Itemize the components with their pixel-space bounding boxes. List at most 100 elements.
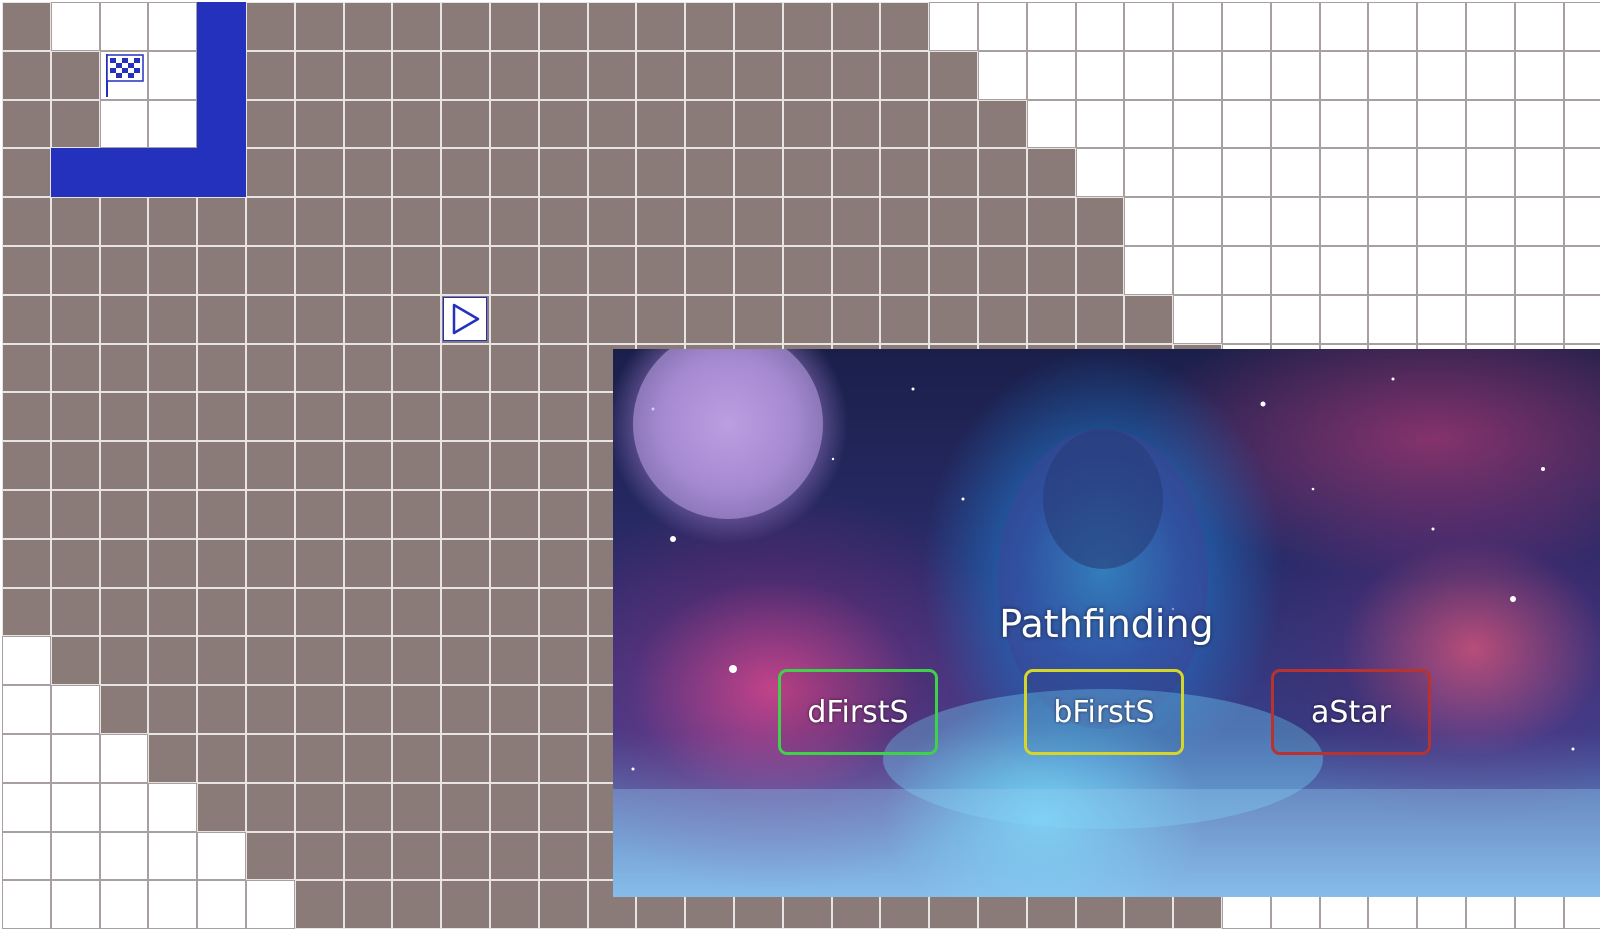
visited-cell[interactable] xyxy=(978,294,1027,344)
visited-cell[interactable] xyxy=(294,685,344,734)
visited-cell[interactable] xyxy=(294,148,344,198)
grid-cell[interactable] xyxy=(2,831,51,881)
visited-cell[interactable] xyxy=(50,490,100,539)
visited-cell[interactable] xyxy=(538,490,588,539)
visited-cell[interactable] xyxy=(246,2,295,51)
visited-cell[interactable] xyxy=(538,734,588,783)
grid-cell[interactable] xyxy=(50,685,100,734)
wall-cell[interactable] xyxy=(148,148,198,198)
visited-cell[interactable] xyxy=(2,441,51,490)
visited-cell[interactable] xyxy=(1026,148,1076,198)
visited-cell[interactable] xyxy=(197,294,246,344)
visited-cell[interactable] xyxy=(148,246,198,295)
visited-cell[interactable] xyxy=(2,246,51,295)
visited-cell[interactable] xyxy=(685,2,734,51)
grid-cell[interactable] xyxy=(1417,197,1466,246)
visited-cell[interactable] xyxy=(294,636,344,686)
visited-cell[interactable] xyxy=(50,50,100,100)
grid-cell[interactable] xyxy=(1514,197,1564,246)
visited-cell[interactable] xyxy=(441,734,490,783)
visited-cell[interactable] xyxy=(294,197,344,246)
visited-cell[interactable] xyxy=(294,734,344,783)
grid-cell[interactable] xyxy=(1368,294,1418,344)
visited-cell[interactable] xyxy=(831,148,881,198)
grid-cell[interactable] xyxy=(1466,50,1515,100)
visited-cell[interactable] xyxy=(490,343,539,393)
grid-cell[interactable] xyxy=(148,50,198,100)
grid-cell[interactable] xyxy=(1075,99,1125,149)
visited-cell[interactable] xyxy=(538,636,588,686)
visited-cell[interactable] xyxy=(490,636,539,686)
visited-cell[interactable] xyxy=(441,99,490,149)
grid-cell[interactable] xyxy=(246,880,295,929)
visited-cell[interactable] xyxy=(2,392,51,442)
grid-cell[interactable] xyxy=(1319,294,1369,344)
visited-cell[interactable] xyxy=(880,294,930,344)
visited-cell[interactable] xyxy=(392,294,442,344)
visited-cell[interactable] xyxy=(880,148,930,198)
grid-cell[interactable] xyxy=(1270,2,1320,51)
visited-cell[interactable] xyxy=(246,99,295,149)
grid-cell[interactable] xyxy=(1417,50,1466,100)
visited-cell[interactable] xyxy=(538,587,588,637)
visited-cell[interactable] xyxy=(246,441,295,490)
visited-cell[interactable] xyxy=(929,197,978,246)
visited-cell[interactable] xyxy=(490,392,539,442)
visited-cell[interactable] xyxy=(1026,246,1076,295)
visited-cell[interactable] xyxy=(392,392,442,442)
grid-cell[interactable] xyxy=(50,734,100,783)
visited-cell[interactable] xyxy=(538,392,588,442)
visited-cell[interactable] xyxy=(197,538,246,588)
visited-cell[interactable] xyxy=(734,197,783,246)
visited-cell[interactable] xyxy=(392,587,442,637)
visited-cell[interactable] xyxy=(246,343,295,393)
grid-cell[interactable] xyxy=(1270,197,1320,246)
grid-cell[interactable] xyxy=(978,50,1027,100)
visited-cell[interactable] xyxy=(148,392,198,442)
grid-cell[interactable] xyxy=(1075,50,1125,100)
visited-cell[interactable] xyxy=(246,587,295,637)
visited-cell[interactable] xyxy=(490,831,539,881)
visited-cell[interactable] xyxy=(343,246,393,295)
visited-cell[interactable] xyxy=(50,538,100,588)
grid-cell[interactable] xyxy=(50,2,100,51)
visited-cell[interactable] xyxy=(392,50,442,100)
grid-cell[interactable] xyxy=(1124,50,1174,100)
visited-cell[interactable] xyxy=(1026,294,1076,344)
visited-cell[interactable] xyxy=(197,197,246,246)
grid-cell[interactable] xyxy=(1222,148,1271,198)
visited-cell[interactable] xyxy=(246,148,295,198)
visited-cell[interactable] xyxy=(99,392,149,442)
visited-cell[interactable] xyxy=(246,734,295,783)
visited-cell[interactable] xyxy=(538,441,588,490)
visited-cell[interactable] xyxy=(636,99,686,149)
visited-cell[interactable] xyxy=(99,294,149,344)
visited-cell[interactable] xyxy=(1124,294,1174,344)
visited-cell[interactable] xyxy=(2,538,51,588)
visited-cell[interactable] xyxy=(197,587,246,637)
grid-cell[interactable] xyxy=(1466,2,1515,51)
grid-cell[interactable] xyxy=(1563,197,1600,246)
visited-cell[interactable] xyxy=(490,99,539,149)
visited-cell[interactable] xyxy=(392,880,442,929)
grid-cell[interactable] xyxy=(1075,2,1125,51)
visited-cell[interactable] xyxy=(831,294,881,344)
grid-cell[interactable] xyxy=(1026,99,1076,149)
visited-cell[interactable] xyxy=(441,831,490,881)
visited-cell[interactable] xyxy=(2,2,51,51)
grid-cell[interactable] xyxy=(1026,50,1076,100)
visited-cell[interactable] xyxy=(343,782,393,832)
visited-cell[interactable] xyxy=(880,197,930,246)
visited-cell[interactable] xyxy=(246,538,295,588)
visited-cell[interactable] xyxy=(392,148,442,198)
visited-cell[interactable] xyxy=(197,343,246,393)
grid-cell[interactable] xyxy=(99,734,149,783)
dfs-button[interactable]: dFirstS xyxy=(778,669,938,755)
visited-cell[interactable] xyxy=(343,50,393,100)
visited-cell[interactable] xyxy=(294,99,344,149)
wall-cell[interactable] xyxy=(197,99,246,149)
visited-cell[interactable] xyxy=(636,50,686,100)
grid-cell[interactable] xyxy=(148,880,198,929)
visited-cell[interactable] xyxy=(294,441,344,490)
visited-cell[interactable] xyxy=(538,831,588,881)
